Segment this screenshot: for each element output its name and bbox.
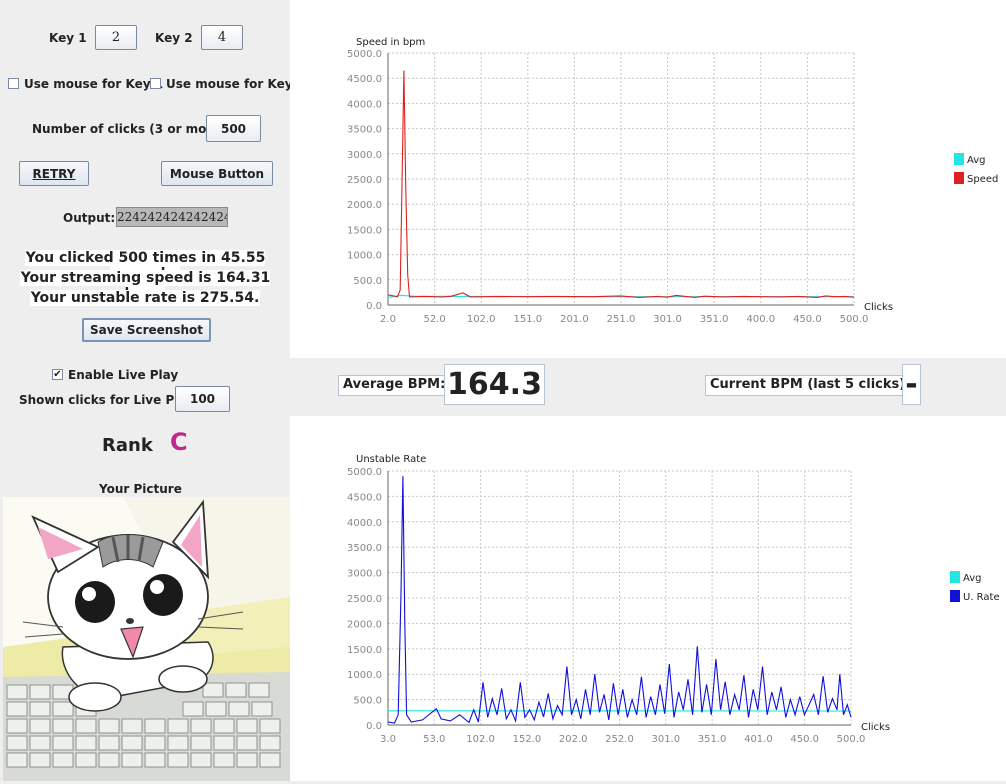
y-tick-label: 3500.0 xyxy=(347,543,382,554)
live-play-checkbox[interactable]: ✔ xyxy=(52,369,63,380)
mouse-key2-checkbox[interactable] xyxy=(150,78,161,89)
current-bpm-value: - xyxy=(902,364,921,405)
legend-label: Avg xyxy=(963,573,982,584)
speed-chart: 0.0 500.0 1000.0 1500.0 2000.0 2500.0 3000.0 35… xyxy=(290,0,1006,358)
mouse-key2-label: Use mouse for Key 2 xyxy=(166,77,305,91)
output-label: Output: xyxy=(63,211,115,225)
x-tick-label: 252.0 xyxy=(605,734,634,745)
y-tick-label: 3000.0 xyxy=(347,569,382,580)
x-tick-label: 202.0 xyxy=(559,734,588,745)
y-tick-label: 500.0 xyxy=(353,696,382,707)
unstable-rate-chart: 0.0 500.0 1000.0 1500.0 2000.0 2500.0 3000.0 35… xyxy=(290,416,1006,781)
y-tick-label: 2500.0 xyxy=(347,175,382,186)
clicks-field[interactable]: 500 xyxy=(206,115,261,142)
key1-field[interactable]: 2 xyxy=(95,25,137,50)
rank-label: Rank xyxy=(102,435,153,456)
x-axis-label: Clicks xyxy=(864,302,893,313)
result-unstable-text: Your unstable rate is 275.54. xyxy=(30,290,261,306)
picture-label: Your Picture xyxy=(99,482,182,496)
key2-label: Key 2 xyxy=(155,31,193,45)
speed-chart-panel: 0.0 500.0 1000.0 1500.0 2000.0 2500.0 3000.0 35… xyxy=(290,0,1006,358)
legend-swatch xyxy=(950,571,960,583)
x-tick-label: 102.0 xyxy=(467,314,496,325)
mouse-key1-checkbox[interactable] xyxy=(8,78,19,89)
x-tick-label: 401.0 xyxy=(744,734,773,745)
y-tick-label: 2000.0 xyxy=(347,619,382,630)
live-play-label: Enable Live Play xyxy=(68,368,178,382)
average-bpm-value: 164.3 xyxy=(444,364,545,405)
x-tick-label: 52.0 xyxy=(423,314,445,325)
x-tick-label: 500.0 xyxy=(837,734,866,745)
unstable-chart-panel: 0.0 500.0 1000.0 1500.0 2000.0 2500.0 3000.0 35… xyxy=(290,416,1006,781)
y-tick-label: 4000.0 xyxy=(347,518,382,529)
y-tick-label: 1000.0 xyxy=(347,670,382,681)
y-tick-label: 3500.0 xyxy=(347,125,382,136)
legend-label: Speed xyxy=(967,174,998,185)
output-value: 2242424242424242 xyxy=(117,210,228,224)
mouse-button[interactable]: Mouse Button xyxy=(161,161,273,186)
x-tick-label: 251.0 xyxy=(607,314,636,325)
x-tick-label: 102.0 xyxy=(466,734,495,745)
average-bpm-label: Average BPM: xyxy=(338,375,450,396)
legend-swatch xyxy=(950,590,960,602)
cat-illustration xyxy=(3,497,290,781)
y-tick-label: 1000.0 xyxy=(347,251,382,262)
x-tick-label: 450.0 xyxy=(793,314,822,325)
y-tick-label: 500.0 xyxy=(353,276,382,287)
x-tick-label: 53.0 xyxy=(423,734,445,745)
x-tick-label: 301.0 xyxy=(651,734,680,745)
series-line-speed xyxy=(388,71,854,298)
legend-swatch xyxy=(954,172,964,184)
legend-label: U. Rate xyxy=(963,592,1000,603)
x-tick-label: 351.0 xyxy=(700,314,729,325)
y-tick-label: 4000.0 xyxy=(347,99,382,110)
x-tick-label: 151.0 xyxy=(513,314,542,325)
y-tick-label: 1500.0 xyxy=(347,645,382,656)
y-tick-label: 2000.0 xyxy=(347,200,382,211)
retry-button[interactable]: RETRY xyxy=(19,161,89,186)
key1-label: Key 1 xyxy=(49,31,87,45)
legend-swatch xyxy=(954,153,964,165)
y-tick-label: 3000.0 xyxy=(347,150,382,161)
current-bpm-label: Current BPM (last 5 clicks): xyxy=(705,375,915,396)
y-tick-label: 1500.0 xyxy=(347,225,382,236)
clicks-label: Number of clicks (3 or more): xyxy=(32,122,231,136)
x-tick-label: 301.0 xyxy=(653,314,682,325)
x-tick-label: 400.0 xyxy=(746,314,775,325)
x-axis-label: Clicks xyxy=(861,722,890,733)
y-tick-label: 0.0 xyxy=(366,301,382,312)
x-tick-label: 450.0 xyxy=(790,734,819,745)
x-tick-label: 500.0 xyxy=(840,314,869,325)
x-tick-label: 351.0 xyxy=(698,734,727,745)
user-picture xyxy=(3,497,290,781)
mouse-key1-label: Use mouse for Key 1 xyxy=(24,77,163,91)
y-tick-label: 4500.0 xyxy=(347,74,382,85)
y-tick-label: 5000.0 xyxy=(347,49,382,60)
x-tick-label: 201.0 xyxy=(560,314,589,325)
y-tick-label: 0.0 xyxy=(366,721,382,732)
legend-label: Avg xyxy=(967,155,986,166)
output-field[interactable]: 2242424242424242 xyxy=(116,207,228,227)
save-screenshot-button[interactable]: Save Screenshot xyxy=(82,318,211,342)
rank-value: C xyxy=(170,428,188,456)
shown-clicks-field[interactable]: 100 xyxy=(175,386,230,412)
shown-clicks-label: Shown clicks for Live Play: xyxy=(19,393,199,407)
x-tick-label: 3.0 xyxy=(380,734,396,745)
y-tick-label: 5000.0 xyxy=(347,467,382,478)
y-tick-label: 2500.0 xyxy=(347,594,382,605)
chart-grid xyxy=(388,53,854,305)
x-tick-label: 2.0 xyxy=(380,314,396,325)
result-unstable: Your unstable rate is 275.54. xyxy=(0,290,290,306)
y-axis-label: Speed in bpm xyxy=(356,37,425,48)
key2-field[interactable]: 4 xyxy=(201,25,243,50)
y-tick-label: 4500.0 xyxy=(347,492,382,503)
x-tick-label: 152.0 xyxy=(513,734,542,745)
y-axis-label: Unstable Rate xyxy=(356,454,426,465)
